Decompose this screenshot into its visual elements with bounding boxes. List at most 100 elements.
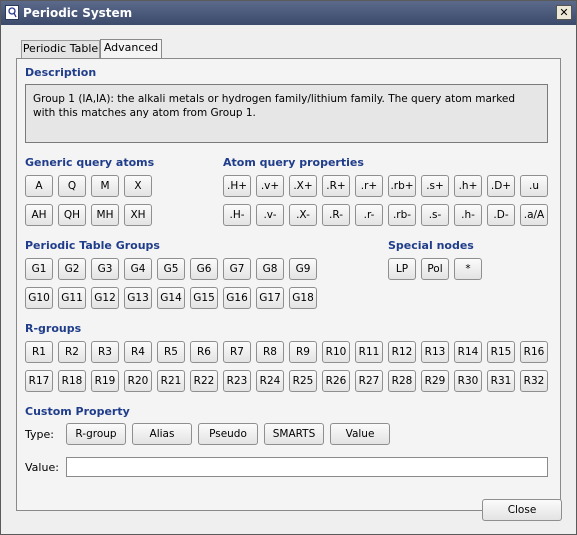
group-button-g18[interactable]: G18 — [289, 287, 317, 309]
value-input[interactable] — [66, 457, 548, 477]
r-group-button-r28[interactable]: R28 — [388, 370, 416, 392]
atom-property-button-s[interactable]: .s- — [421, 204, 449, 226]
r-group-button-r24[interactable]: R24 — [256, 370, 284, 392]
close-button[interactable]: Close — [482, 499, 562, 521]
atom-property-button-x[interactable]: .X- — [289, 204, 317, 226]
r-group-button-r20[interactable]: R20 — [124, 370, 152, 392]
atom-property-button-rb[interactable]: .rb- — [388, 204, 416, 226]
special-node-button-pol[interactable]: Pol — [421, 258, 449, 280]
group-button-g15[interactable]: G15 — [190, 287, 218, 309]
generic-atom-button-ah[interactable]: AH — [25, 204, 53, 226]
atom-property-button-d[interactable]: .D+ — [487, 175, 515, 197]
atom-property-button-u[interactable]: .u — [520, 175, 548, 197]
atom-property-button-d[interactable]: .D- — [487, 204, 515, 226]
generic-atom-button-mh[interactable]: MH — [91, 204, 119, 226]
special-node-button-any[interactable]: * — [454, 258, 482, 280]
close-icon[interactable]: ✕ — [556, 5, 572, 20]
periodic-table-groups-heading: Periodic Table Groups — [25, 239, 160, 252]
special-node-button-lp[interactable]: LP — [388, 258, 416, 280]
r-group-button-r17[interactable]: R17 — [25, 370, 53, 392]
atom-property-button-h[interactable]: .H+ — [223, 175, 251, 197]
group-button-g7[interactable]: G7 — [223, 258, 251, 280]
r-group-button-r6[interactable]: R6 — [190, 341, 218, 363]
group-button-g13[interactable]: G13 — [124, 287, 152, 309]
atom-property-button-r[interactable]: .r+ — [355, 175, 383, 197]
atom-property-button-rb[interactable]: .rb+ — [388, 175, 416, 197]
r-group-button-r14[interactable]: R14 — [454, 341, 482, 363]
description-heading: Description — [25, 66, 97, 79]
atom-property-button-h[interactable]: .h- — [454, 204, 482, 226]
periodic-system-dialog: Periodic System ✕ Periodic Table Advance… — [0, 0, 577, 535]
r-group-button-r8[interactable]: R8 — [256, 341, 284, 363]
r-group-button-r1[interactable]: R1 — [25, 341, 53, 363]
r-group-button-r30[interactable]: R30 — [454, 370, 482, 392]
r-group-button-r16[interactable]: R16 — [520, 341, 548, 363]
group-button-g12[interactable]: G12 — [91, 287, 119, 309]
atom-property-button-r[interactable]: .R- — [322, 204, 350, 226]
group-button-g9[interactable]: G9 — [289, 258, 317, 280]
generic-atom-button-xh[interactable]: XH — [124, 204, 152, 226]
group-button-g3[interactable]: G3 — [91, 258, 119, 280]
r-group-button-r13[interactable]: R13 — [421, 341, 449, 363]
generic-atom-button-a[interactable]: A — [25, 175, 53, 197]
atom-query-properties-heading: Atom query properties — [223, 156, 364, 169]
atom-property-button-a-a[interactable]: .a/A — [520, 204, 548, 226]
type-button-alias[interactable]: Alias — [132, 423, 192, 445]
r-groups-heading: R-groups — [25, 322, 82, 335]
r-group-button-r26[interactable]: R26 — [322, 370, 350, 392]
custom-property-heading: Custom Property — [25, 405, 130, 418]
atom-property-button-h[interactable]: .H- — [223, 204, 251, 226]
r-group-button-r25[interactable]: R25 — [289, 370, 317, 392]
title-bar: Periodic System ✕ — [1, 1, 576, 25]
atom-property-button-r[interactable]: .R+ — [322, 175, 350, 197]
tab-periodic-table[interactable]: Periodic Table — [21, 40, 100, 58]
r-group-button-r15[interactable]: R15 — [487, 341, 515, 363]
group-button-g6[interactable]: G6 — [190, 258, 218, 280]
tab-advanced[interactable]: Advanced — [100, 39, 162, 58]
type-button-r-group[interactable]: R-group — [66, 423, 126, 445]
app-icon — [5, 5, 19, 20]
group-button-g5[interactable]: G5 — [157, 258, 185, 280]
r-group-button-r10[interactable]: R10 — [322, 341, 350, 363]
r-group-button-r22[interactable]: R22 — [190, 370, 218, 392]
type-button-pseudo[interactable]: Pseudo — [198, 423, 258, 445]
generic-atom-button-m[interactable]: M — [91, 175, 119, 197]
atom-property-button-s[interactable]: .s+ — [421, 175, 449, 197]
group-button-g1[interactable]: G1 — [25, 258, 53, 280]
r-group-button-r12[interactable]: R12 — [388, 341, 416, 363]
atom-property-button-r[interactable]: .r- — [355, 204, 383, 226]
generic-atom-button-x[interactable]: X — [124, 175, 152, 197]
group-button-g4[interactable]: G4 — [124, 258, 152, 280]
group-button-g8[interactable]: G8 — [256, 258, 284, 280]
r-group-button-r3[interactable]: R3 — [91, 341, 119, 363]
atom-property-button-h[interactable]: .h+ — [454, 175, 482, 197]
group-button-g10[interactable]: G10 — [25, 287, 53, 309]
r-group-button-r4[interactable]: R4 — [124, 341, 152, 363]
r-group-button-r21[interactable]: R21 — [157, 370, 185, 392]
r-group-button-r7[interactable]: R7 — [223, 341, 251, 363]
generic-atom-button-q[interactable]: Q — [58, 175, 86, 197]
group-button-g14[interactable]: G14 — [157, 287, 185, 309]
r-group-button-r31[interactable]: R31 — [487, 370, 515, 392]
group-button-g2[interactable]: G2 — [58, 258, 86, 280]
r-group-button-r23[interactable]: R23 — [223, 370, 251, 392]
r-group-button-r19[interactable]: R19 — [91, 370, 119, 392]
generic-query-atoms-heading: Generic query atoms — [25, 156, 155, 169]
r-group-button-r9[interactable]: R9 — [289, 341, 317, 363]
r-group-button-r5[interactable]: R5 — [157, 341, 185, 363]
group-button-g16[interactable]: G16 — [223, 287, 251, 309]
atom-property-button-x[interactable]: .X+ — [289, 175, 317, 197]
r-group-button-r29[interactable]: R29 — [421, 370, 449, 392]
r-group-button-r18[interactable]: R18 — [58, 370, 86, 392]
type-button-value[interactable]: Value — [330, 423, 390, 445]
group-button-g11[interactable]: G11 — [58, 287, 86, 309]
r-group-button-r11[interactable]: R11 — [355, 341, 383, 363]
atom-property-button-v[interactable]: .v+ — [256, 175, 284, 197]
type-button-smarts[interactable]: SMARTS — [264, 423, 324, 445]
r-group-button-r2[interactable]: R2 — [58, 341, 86, 363]
r-group-button-r27[interactable]: R27 — [355, 370, 383, 392]
r-group-button-r32[interactable]: R32 — [520, 370, 548, 392]
group-button-g17[interactable]: G17 — [256, 287, 284, 309]
generic-atom-button-qh[interactable]: QH — [58, 204, 86, 226]
atom-property-button-v[interactable]: .v- — [256, 204, 284, 226]
